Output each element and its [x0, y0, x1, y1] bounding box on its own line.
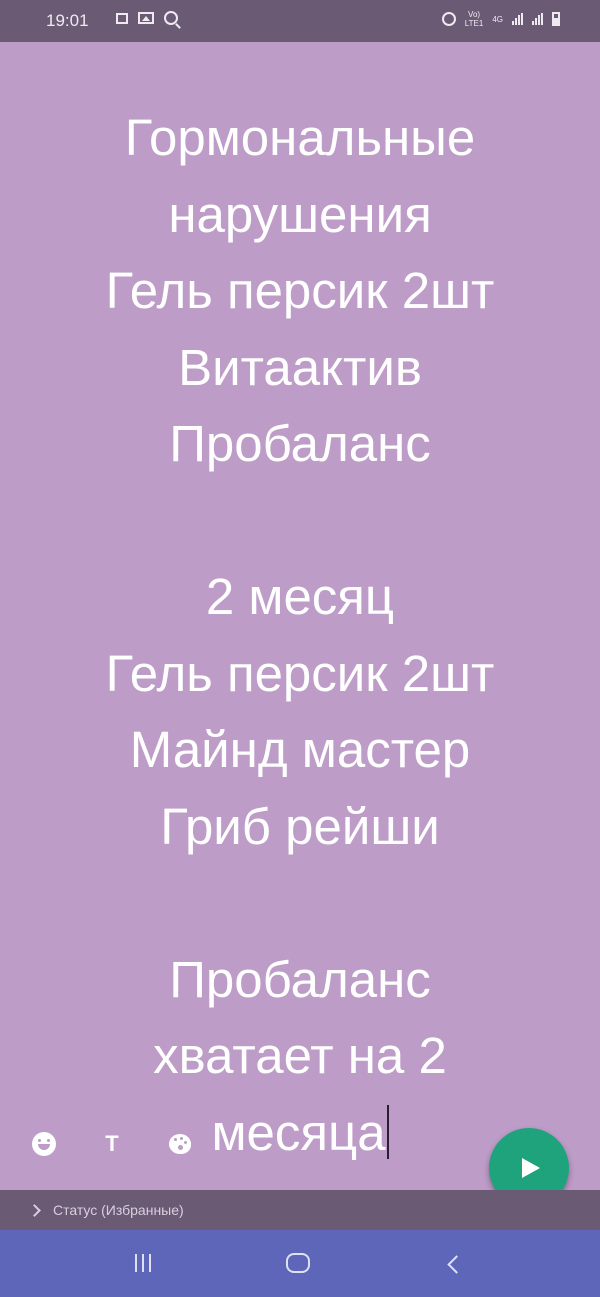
send-icon [522, 1158, 540, 1178]
gallery-notification-icon [138, 12, 154, 24]
editor-line: нарушения [168, 185, 432, 243]
network-type: 4G [492, 14, 503, 24]
search-notification-icon [164, 11, 178, 25]
volte-label: Vo) [468, 10, 481, 19]
editor-line: Пробаланс [169, 950, 431, 1008]
back-button[interactable] [447, 1255, 466, 1274]
editor-toolbar: T [30, 1130, 194, 1158]
recent-apps-button[interactable] [135, 1254, 151, 1272]
system-navigation-bar [0, 1230, 600, 1297]
editor-blank-line [20, 865, 580, 942]
lte-label: LTE1 [464, 19, 484, 28]
battery-icon [552, 12, 560, 26]
home-button[interactable] [286, 1253, 310, 1273]
editor-blank-line [20, 483, 580, 560]
emoji-icon [32, 1132, 56, 1156]
text-caret [386, 1104, 389, 1159]
editor-line: месяца [211, 1103, 386, 1161]
editor-line: Витаактив [178, 338, 422, 396]
editor-line: хватает на 2 [153, 1027, 447, 1084]
editor-line: Пробаланс [169, 415, 431, 472]
emoji-button[interactable] [30, 1130, 58, 1158]
status-text-editor[interactable]: Гормональные нарушения Гель персик 2шт В… [20, 100, 580, 1171]
alarm-icon [441, 12, 456, 26]
editor-line: 2 месяц [205, 568, 395, 625]
color-button[interactable] [166, 1130, 194, 1158]
editor-line: Гриб рейши [160, 797, 440, 855]
system-status-bar: 19:01 Vo) LTE1 4G [0, 0, 600, 42]
signal-2-icon [532, 13, 543, 25]
system-indicators: Vo) LTE1 4G [441, 10, 560, 28]
volte-indicator: Vo) LTE1 [465, 10, 484, 28]
notification-icons [116, 11, 178, 25]
palette-icon [169, 1134, 191, 1154]
font-button[interactable]: T [98, 1130, 126, 1158]
notification-box-icon [116, 12, 128, 24]
editor-line: Майнд мастер [129, 721, 471, 778]
chevron-right-icon [28, 1203, 41, 1217]
signal-1-icon [512, 13, 523, 25]
status-audience-label: Статус (Избранные) [53, 1202, 184, 1218]
status-audience-row[interactable]: Статус (Избранные) [0, 1190, 600, 1230]
editor-line: Гель персик 2шт [105, 262, 495, 319]
editor-line: Гель персик 2шт [105, 644, 495, 702]
clock: 19:01 [46, 11, 89, 30]
editor-line: Гормональные [124, 109, 476, 166]
text-icon: T [105, 1131, 119, 1156]
